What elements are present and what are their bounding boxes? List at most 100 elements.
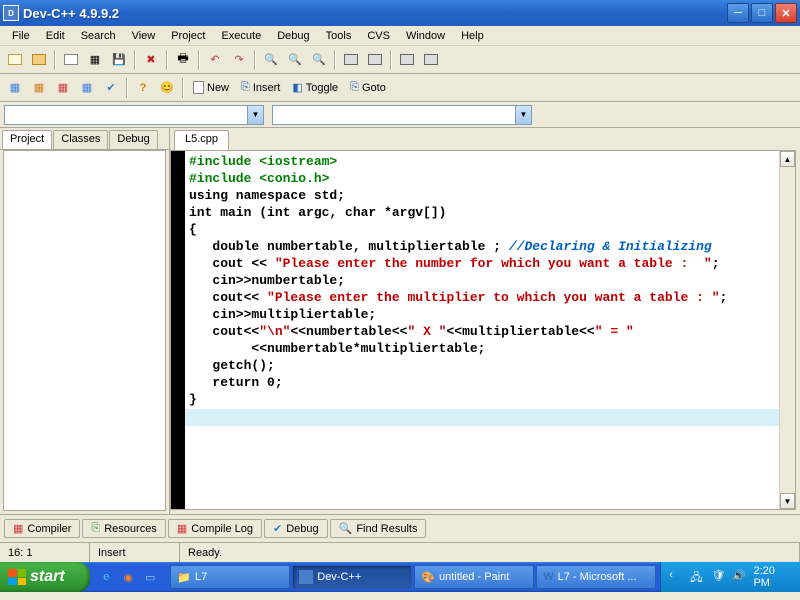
word-icon: W [543,571,553,583]
menu-file[interactable]: File [4,28,38,44]
print-icon[interactable]: 🖶 [172,49,194,71]
status-position: 16: 1 [0,543,90,562]
task-item-l7[interactable]: 📁L7 [170,565,290,589]
quick-launch: e ◉ ▭ [90,566,166,588]
grid1-icon[interactable]: ▦ [4,77,26,99]
menu-project[interactable]: Project [163,28,213,44]
devcpp-icon [299,570,313,584]
save-all-icon[interactable]: ▦ [84,49,106,71]
tray-network-icon[interactable]: 🖧 [690,569,705,585]
menu-help[interactable]: Help [453,28,492,44]
menu-view[interactable]: View [124,28,164,44]
folder-icon: 📁 [177,571,191,584]
tab-debug-bottom[interactable]: ✔Debug [264,519,328,538]
tray-chevron-icon[interactable]: ‹ [669,569,684,585]
code-editor[interactable]: #include <iostream> #include <conio.h> u… [170,150,796,510]
replace-icon[interactable]: 🔍 [308,49,330,71]
code-content[interactable]: #include <iostream> #include <conio.h> u… [185,151,779,509]
tab-resources[interactable]: ⎘Resources [82,519,165,538]
start-button[interactable]: start [0,562,90,592]
scroll-down-icon[interactable]: ▼ [780,493,795,509]
tab-find-results[interactable]: 🔍Find Results [330,519,427,538]
toggle-label: Toggle [306,82,338,94]
class-selector-dropdown[interactable]: ▼ [4,105,264,125]
find-next-icon[interactable]: 🔍 [284,49,306,71]
close-file-icon[interactable]: ✖ [140,49,162,71]
menu-cvs[interactable]: CVS [359,28,398,44]
bottom-panel: ▦Compiler ⎘Resources ▦Compile Log ✔Debug… [0,514,800,542]
compile-icon[interactable] [340,49,362,71]
editor-gutter [171,151,185,509]
compile-run-icon[interactable] [396,49,418,71]
windows-logo-icon [8,569,26,585]
toolbar-secondary: ▦ ▦ ▦ ▦ ✔ ? 😊 New ⎘Insert ◧Toggle ⎘Goto [0,74,800,102]
tab-compiler[interactable]: ▦Compiler [4,519,80,538]
new-label: New [207,82,229,94]
tab-classes[interactable]: Classes [53,130,108,149]
menu-search[interactable]: Search [73,28,124,44]
undo-icon[interactable]: ↶ [204,49,226,71]
redo-icon[interactable]: ↷ [228,49,250,71]
save-icon[interactable]: 💾 [108,49,130,71]
ql-ie-icon[interactable]: e [96,566,116,588]
scroll-up-icon[interactable]: ▲ [780,151,795,167]
menu-execute[interactable]: Execute [213,28,269,44]
menu-tools[interactable]: Tools [318,28,360,44]
grid2-icon[interactable]: ▦ [28,77,50,99]
project-tree[interactable] [3,150,166,511]
open-icon[interactable] [28,49,50,71]
run-icon[interactable] [364,49,386,71]
app-icon: D [3,5,19,21]
new-file-icon[interactable] [60,49,82,71]
tab-project[interactable]: Project [2,130,52,149]
task-item-devcpp[interactable]: Dev-C++ [292,565,412,589]
find-icon[interactable]: 🔍 [260,49,282,71]
minimize-button[interactable]: ─ [727,3,749,23]
toolbar-main: ▦ 💾 ✖ 🖶 ↶ ↷ 🔍 🔍 🔍 [0,46,800,74]
windows-taskbar: start e ◉ ▭ 📁L7 Dev-C++ 🎨untitled - Pain… [0,562,800,592]
system-tray: ‹ 🖧 🛡 🔊 2:20 PM [660,562,800,592]
ql-desktop-icon[interactable]: ▭ [140,566,160,588]
paint-icon: 🎨 [421,571,435,584]
status-message: Ready. [180,543,800,562]
goto-button[interactable]: ⎘Goto [345,77,391,99]
left-panel: Project Classes Debug [0,128,170,514]
dropdown-bar: ▼ ▼ [0,102,800,128]
goto-label: Goto [362,82,386,94]
vertical-scrollbar[interactable]: ▲ ▼ [779,151,795,509]
new-button[interactable]: New [188,77,234,99]
close-button[interactable]: ✕ [775,3,797,23]
status-mode: Insert [90,543,180,562]
task-item-word[interactable]: WL7 - Microsoft ... [536,565,656,589]
task-item-paint[interactable]: 🎨untitled - Paint [414,565,534,589]
menu-bar: File Edit Search View Project Execute De… [0,26,800,46]
insert-button[interactable]: ⎘Insert [236,77,285,99]
tab-debug[interactable]: Debug [109,130,157,149]
grid4-icon[interactable]: ▦ [76,77,98,99]
help-icon[interactable]: ? [132,77,154,99]
tray-shield-icon[interactable]: 🛡 [711,569,726,585]
function-selector-dropdown[interactable]: ▼ [272,105,532,125]
rebuild-icon[interactable] [420,49,442,71]
status-bar: 16: 1 Insert Ready. [0,542,800,562]
cursor-line-highlight [185,409,779,426]
chevron-down-icon: ▼ [247,106,263,124]
maximize-button[interactable]: □ [751,3,773,23]
window-titlebar: D Dev-C++ 4.9.9.2 ─ □ ✕ [0,0,800,26]
ql-firefox-icon[interactable]: ◉ [118,566,138,588]
toggle-button[interactable]: ◧Toggle [287,77,343,99]
menu-window[interactable]: Window [398,28,453,44]
new-project-icon[interactable] [4,49,26,71]
grid3-icon[interactable]: ▦ [52,77,74,99]
file-tab-l5[interactable]: L5.cpp [174,130,229,150]
chevron-down-icon: ▼ [515,106,531,124]
tray-volume-icon[interactable]: 🔊 [732,569,747,585]
check-icon[interactable]: ✔ [100,77,122,99]
menu-edit[interactable]: Edit [38,28,73,44]
about-icon[interactable]: 😊 [156,77,178,99]
editor-area: L5.cpp #include <iostream> #include <con… [170,128,800,514]
menu-debug[interactable]: Debug [269,28,317,44]
tray-clock[interactable]: 2:20 PM [753,565,792,589]
tab-compile-log[interactable]: ▦Compile Log [168,519,262,538]
insert-label: Insert [253,82,281,94]
